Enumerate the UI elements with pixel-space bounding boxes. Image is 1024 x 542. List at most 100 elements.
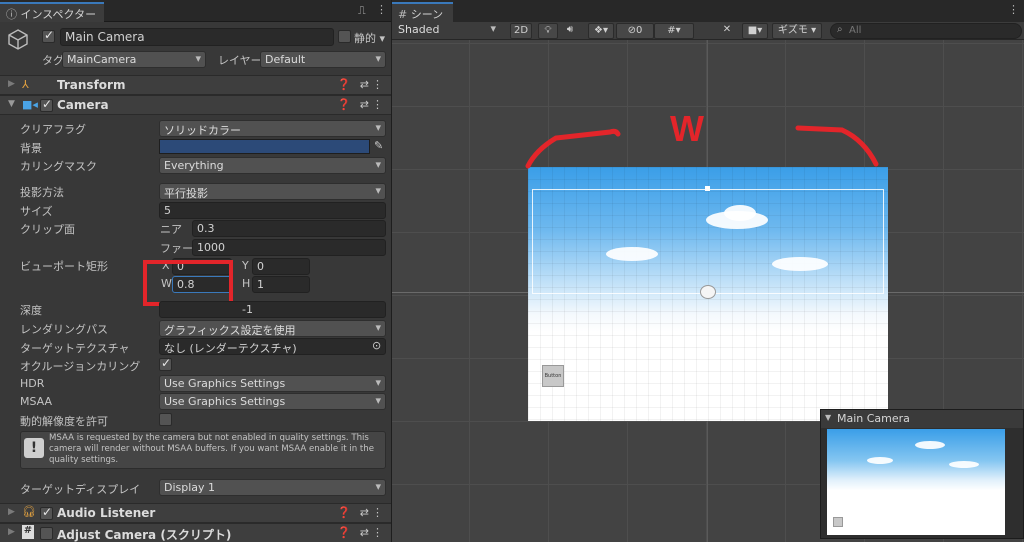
msaa-warning-text: MSAA is requested by the camera but not … xyxy=(49,433,375,465)
help-icon[interactable]: ❓ xyxy=(337,98,351,111)
component-menu-icon[interactable]: ⋮ xyxy=(372,526,383,539)
scene-tab-label: シーン xyxy=(410,8,444,21)
background-color-field[interactable] xyxy=(159,139,370,154)
static-checkbox[interactable] xyxy=(338,30,351,43)
adjust-camera-checkbox[interactable] xyxy=(40,527,53,540)
projection-dropdown[interactable]: 平行投影 xyxy=(159,183,386,200)
camera-title: Camera xyxy=(57,98,109,112)
scene-search-field[interactable]: ⌕ All xyxy=(830,23,1022,39)
scene-tab[interactable]: # シーン xyxy=(392,2,454,22)
far-label: ファー xyxy=(160,242,193,255)
msaa-dropdown[interactable]: Use Graphics Settings xyxy=(159,393,386,410)
grid-icon: # xyxy=(398,8,408,21)
cloud xyxy=(915,441,945,449)
presets-icon[interactable]: ⇄ xyxy=(360,526,369,539)
component-menu-icon[interactable]: ⋮ xyxy=(372,78,383,91)
presets-icon[interactable]: ⇄ xyxy=(360,506,369,519)
audio-listener-checkbox[interactable] xyxy=(40,505,53,520)
camera-icon: ■◂ xyxy=(22,98,38,111)
inspector-tab[interactable]: ⓘ インスペクター xyxy=(0,2,105,22)
hidden-count: 0 xyxy=(636,25,643,36)
tag-dropdown[interactable]: MainCamera xyxy=(62,51,206,68)
lighting-toggle-icon[interactable]: 💡︎ xyxy=(538,23,558,39)
foldout-arrow-icon[interactable]: ▶ xyxy=(8,507,15,517)
tools-icon[interactable]: ✕ xyxy=(718,23,736,39)
inspector-panel: ⓘ インスペクター ⎍ ⋮ Main Camera 静的 ▾ タグ MainCa… xyxy=(0,0,391,542)
presets-icon[interactable]: ⇄ xyxy=(360,98,369,111)
component-menu-icon[interactable]: ⋮ xyxy=(372,98,383,111)
component-menu-icon[interactable]: ⋮ xyxy=(372,506,383,519)
gizmos-dropdown[interactable]: ギズモ ▾ xyxy=(772,23,822,39)
transform-title: Transform xyxy=(57,78,126,92)
preview-titlebar: ▼ Main Camera xyxy=(821,410,1023,428)
2d-toggle-button[interactable]: 2D xyxy=(510,23,532,39)
gizmos-label: ギズモ xyxy=(777,25,808,36)
adjust-camera-header[interactable]: ▶ # Adjust Camera (スクリプト) ❓ ⇄ ⋮ xyxy=(0,523,391,542)
target-texture-value: なし (レンダーテクスチャ) xyxy=(164,342,297,355)
camera-gizmo-icon[interactable] xyxy=(700,285,716,299)
shading-mode-dropdown[interactable]: Shaded xyxy=(394,22,500,39)
eye-slash-icon: ⊘ xyxy=(627,25,636,36)
foldout-arrow-icon[interactable]: ▶ xyxy=(8,79,15,89)
target-display-dropdown[interactable]: Display 1 xyxy=(159,479,386,496)
info-message-icon: ! xyxy=(24,438,44,458)
far-field[interactable]: 1000 xyxy=(192,239,386,256)
culling-mask-dropdown[interactable]: Everything xyxy=(159,157,386,174)
bounds-handle[interactable] xyxy=(705,186,710,191)
dynamic-resolution-checkbox[interactable] xyxy=(159,413,172,426)
help-icon[interactable]: ❓ xyxy=(337,506,351,519)
camera-enabled-checkbox[interactable] xyxy=(40,97,53,112)
camera-settings-icon[interactable]: ■▾ xyxy=(742,23,768,39)
annotation-w-label: W xyxy=(670,108,704,149)
camera-preview-window[interactable]: ▼ Main Camera xyxy=(820,409,1024,539)
viewport-y-field[interactable]: 0 xyxy=(252,258,310,275)
lock-icon[interactable]: ⎍ xyxy=(358,4,366,18)
more-menu-icon[interactable]: ⋮ xyxy=(376,3,387,16)
clear-flags-dropdown[interactable]: ソリッドカラー xyxy=(159,120,386,137)
viewport-y-label: Y xyxy=(242,259,249,272)
viewport-rect-label: ビューポート矩形 xyxy=(20,260,108,273)
target-display-label: ターゲットディスプレイ xyxy=(20,483,141,496)
size-field[interactable]: 5 xyxy=(159,202,386,219)
target-texture-field[interactable]: なし (レンダーテクスチャ) xyxy=(159,338,386,355)
audio-listener-header[interactable]: ▶ 🎧︎ Audio Listener ❓ ⇄ ⋮ xyxy=(0,503,391,523)
scene-panel: # シーン ⋮ Shaded 2D 💡︎ 🔊︎ ❖▾ ⊘0 #▾ ✕ ■▾ ギズ… xyxy=(392,0,1024,542)
viewport-h-field[interactable]: 1 xyxy=(252,276,310,293)
object-name-field[interactable]: Main Camera xyxy=(60,28,334,46)
occlusion-culling-checkbox[interactable] xyxy=(159,356,172,371)
viewport-h-label: H xyxy=(242,277,251,290)
occlusion-culling-label: オクルージョンカリング xyxy=(20,360,141,373)
tag-label: タグ xyxy=(42,54,64,67)
msaa-warning-box: ! MSAA is requested by the camera but no… xyxy=(20,431,386,469)
near-label: ニア xyxy=(160,223,182,236)
grid-snap-toggle-icon[interactable]: #▾ xyxy=(654,23,694,39)
ui-button[interactable]: Button xyxy=(542,365,564,387)
rendering-path-dropdown[interactable]: グラフィックス設定を使用 xyxy=(159,320,386,337)
clear-flags-label: クリアフラグ xyxy=(20,123,86,136)
hdr-dropdown[interactable]: Use Graphics Settings xyxy=(159,375,386,392)
scene-more-menu-icon[interactable]: ⋮ xyxy=(1008,3,1019,16)
foldout-open-icon[interactable]: ▼ xyxy=(8,99,15,109)
near-field[interactable]: 0.3 xyxy=(192,220,386,237)
camera-header[interactable]: ▼ ■◂ Camera ❓ ⇄ ⋮ xyxy=(0,95,391,115)
presets-icon[interactable]: ⇄ xyxy=(360,78,369,91)
depth-field[interactable]: -1 xyxy=(159,301,386,318)
gameobject-cube-icon xyxy=(6,27,30,51)
eyedropper-icon[interactable]: ✎ xyxy=(374,139,383,152)
foldout-arrow-icon[interactable]: ▶ xyxy=(8,527,15,537)
help-icon[interactable]: ❓ xyxy=(337,526,351,539)
audio-toggle-icon[interactable]: 🔊︎ xyxy=(562,23,578,39)
effects-dropdown-icon[interactable]: ❖▾ xyxy=(588,23,614,39)
help-icon[interactable]: ❓ xyxy=(337,78,351,91)
transform-header[interactable]: ▶ ⅄ Transform ❓ ⇄ ⋮ xyxy=(0,75,391,95)
active-checkbox[interactable] xyxy=(42,28,55,43)
layer-dropdown[interactable]: Default xyxy=(260,51,386,68)
static-dropdown[interactable]: 静的 ▾ xyxy=(354,30,385,46)
game-canvas[interactable]: Button xyxy=(528,167,888,421)
preview-collapse-icon[interactable]: ▼ xyxy=(825,413,831,422)
background-label: 背景 xyxy=(20,142,42,155)
size-label: サイズ xyxy=(20,205,53,218)
clip-planes-label: クリップ面 xyxy=(20,223,75,236)
hidden-objects-toggle[interactable]: ⊘0 xyxy=(616,23,654,39)
object-picker-icon[interactable]: ⊙ xyxy=(372,339,381,352)
